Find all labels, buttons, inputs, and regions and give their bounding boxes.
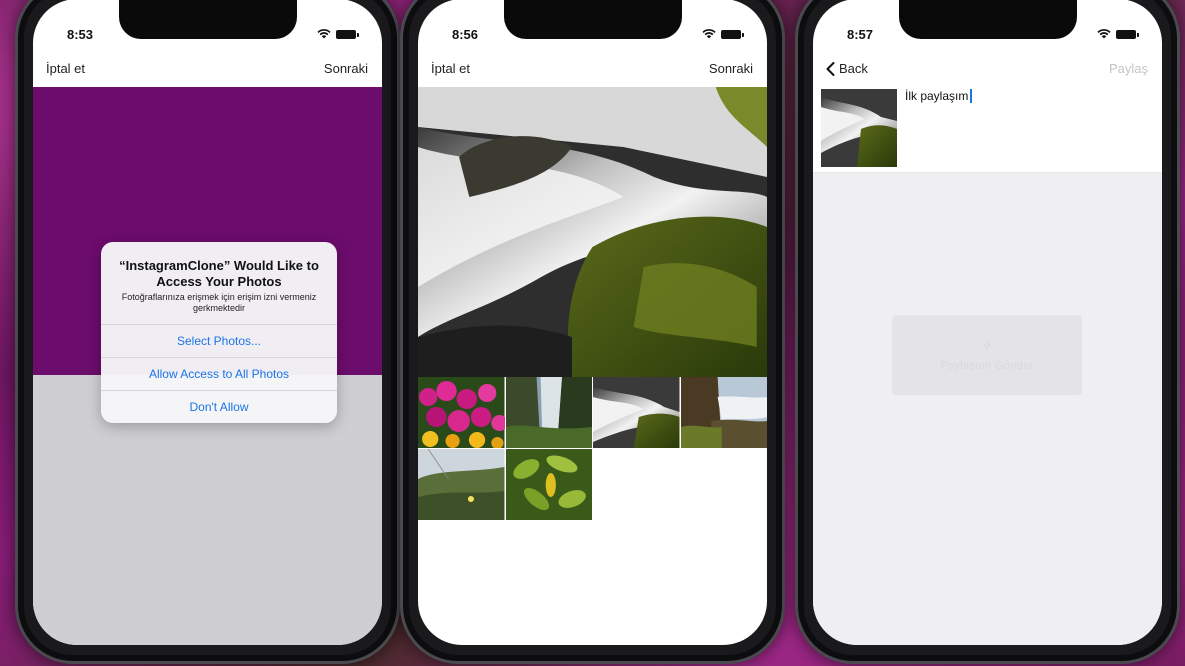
pink-flowers-photo (418, 377, 505, 448)
photo-thumbnail[interactable] (418, 449, 505, 520)
selected-photo-thumbnail (821, 89, 897, 167)
green-leaves-photo (505, 449, 592, 520)
chevron-left-icon (826, 61, 835, 76)
submit-share-button[interactable]: ✧ Paylaşımı Gönder (892, 315, 1082, 395)
battery-icon (721, 29, 744, 39)
status-icons (317, 29, 359, 39)
photo-thumbnail[interactable] (505, 377, 592, 448)
status-time: 8:53 (67, 27, 94, 42)
photo-thumbnail[interactable] (593, 377, 680, 448)
notch (898, 0, 1077, 39)
next-button[interactable]: Sonraki (709, 61, 753, 76)
waterfall-rocks-photo (593, 377, 680, 448)
phone-1: 8:53 İptal et Sonraki “InstagramClone” W… (15, 0, 400, 664)
dont-allow-button[interactable]: Don't Allow (101, 390, 337, 423)
cancel-button[interactable]: İptal et (46, 61, 85, 76)
allow-all-photos-button[interactable]: Allow Access to All Photos (101, 357, 337, 390)
photo-thumbnail[interactable] (418, 377, 505, 448)
share-button-label: Paylaşımı Gönder (940, 360, 1034, 372)
waterfall-rocks-photo (418, 87, 767, 377)
nav-bar: Back Paylaş (813, 57, 1162, 87)
next-button[interactable]: Sonraki (324, 61, 368, 76)
battery-icon (1116, 29, 1139, 39)
nav-bar: İptal et Sonraki (33, 57, 382, 87)
canyon-waterfall-photo (505, 377, 592, 448)
cliff-waterfall-photo (680, 377, 767, 448)
screen-photo-picker: 8:56 İptal et Sonraki (418, 0, 767, 645)
alert-message: Fotoğraflarınıza erişmek için erişim izn… (121, 292, 317, 313)
wifi-icon (1097, 29, 1111, 39)
back-button[interactable]: Back (826, 61, 868, 76)
screen-permission: 8:53 İptal et Sonraki “InstagramClone” W… (33, 0, 382, 645)
notch (118, 0, 297, 39)
alert-title: “InstagramClone” Would Like to Access Yo… (119, 258, 319, 289)
waterfall-rocks-photo (821, 89, 897, 167)
wifi-icon (702, 29, 716, 39)
photo-thumbnail[interactable] (505, 449, 592, 520)
wifi-icon (317, 29, 331, 39)
photo-permission-alert: “InstagramClone” Would Like to Access Yo… (101, 242, 337, 423)
photo-thumbnail[interactable] (680, 377, 767, 448)
notch (503, 0, 682, 39)
screen-share: 8:57 Back Paylaş İlk paylaşım ✧ Paylaşım… (813, 0, 1162, 645)
battery-icon (336, 29, 359, 39)
selected-photo-preview (418, 87, 767, 377)
back-label: Back (839, 61, 868, 76)
sparkle-icon: ✧ (981, 338, 993, 353)
share-nav-button[interactable]: Paylaş (1109, 61, 1148, 76)
caption-text: İlk paylaşım (905, 89, 969, 103)
background-area (813, 173, 1162, 645)
status-time: 8:57 (847, 27, 874, 42)
nav-bar: İptal et Sonraki (418, 57, 767, 87)
text-cursor (970, 89, 972, 103)
status-icons (1097, 29, 1139, 39)
caption-input[interactable]: İlk paylaşım (905, 89, 972, 103)
status-time: 8:56 (452, 27, 479, 42)
phone-3: 8:57 Back Paylaş İlk paylaşım ✧ Paylaşım… (795, 0, 1180, 664)
hillside-field-photo (418, 449, 505, 520)
phone-2: 8:56 İptal et Sonraki (400, 0, 785, 664)
status-icons (702, 29, 744, 39)
select-photos-button[interactable]: Select Photos... (101, 324, 337, 357)
compose-area: İlk paylaşım (813, 87, 1162, 173)
photo-grid (418, 377, 767, 520)
cancel-button[interactable]: İptal et (431, 61, 470, 76)
